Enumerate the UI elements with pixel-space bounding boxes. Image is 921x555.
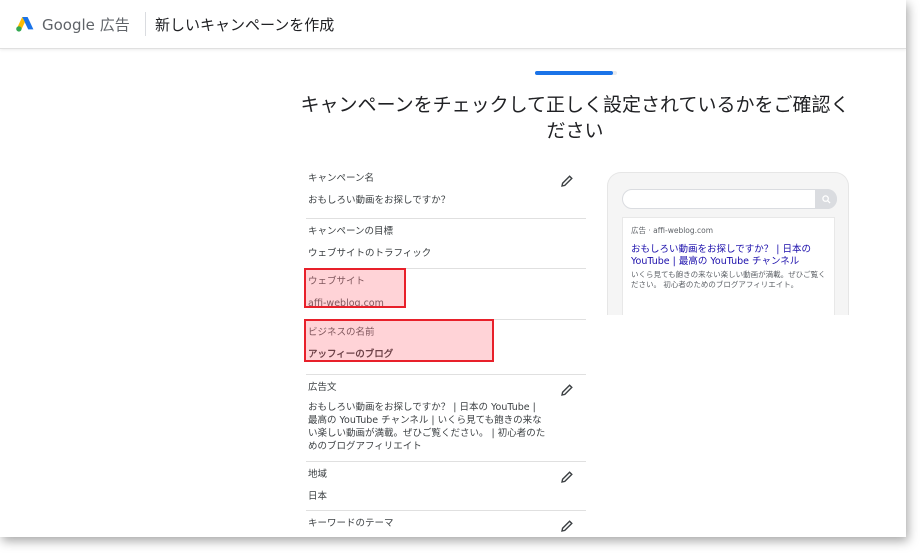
- top-bar: Google 広告 新しいキャンペーンを作成: [0, 0, 906, 49]
- ad-preview: 広告 · affi-weblog.com おもしろい動画をお探しですか？ | 日…: [607, 172, 849, 315]
- app-window: Google 広告 新しいキャンペーンを作成 キャンペーンをチェックして正しく設…: [0, 0, 906, 537]
- highlight-business-name: [304, 319, 494, 362]
- search-icon: [815, 189, 837, 209]
- row-label: 地域: [308, 469, 328, 480]
- google-ads-logo: [16, 17, 34, 32]
- pencil-icon[interactable]: [560, 519, 574, 533]
- summary-row-campaign-name: キャンペーン名 おもしろい動画をお探しですか？: [306, 166, 586, 219]
- row-value: ウェブサイトのトラフィック: [308, 248, 432, 259]
- row-label: キャンペーンの目標: [308, 226, 394, 237]
- page-title: 新しいキャンペーンを作成: [155, 16, 335, 34]
- preview-search-bar: [622, 189, 837, 209]
- summary-row-location: 地域 日本: [306, 462, 586, 511]
- row-value: おもしろい動画をお探しですか？ | 日本の YouTube | 最高の YouT…: [308, 402, 546, 452]
- progress-bar: [535, 71, 617, 75]
- review-heading: キャンペーンをチェックして正しく設定されているかをご確認ください: [300, 94, 850, 142]
- pencil-icon[interactable]: [560, 383, 574, 397]
- header-divider: [145, 12, 146, 36]
- ad-label: 広告 · affi-weblog.com: [631, 226, 714, 235]
- row-label: キーワードのテーマ: [308, 518, 394, 529]
- summary-row-goal: キャンペーンの目標 ウェブサイトのトラフィック: [306, 219, 586, 269]
- preview-ad-card: 広告 · affi-weblog.com おもしろい動画をお探しですか？ | 日…: [622, 217, 835, 315]
- ad-title: おもしろい動画をお探しですか？ | 日本の YouTube | 最高の YouT…: [631, 244, 811, 267]
- highlight-website: [304, 268, 406, 308]
- row-value: 日本: [308, 491, 328, 502]
- pencil-icon[interactable]: [560, 174, 574, 188]
- row-label: 広告文: [308, 382, 337, 393]
- row-label: キャンペーン名: [308, 173, 375, 184]
- summary-row-keyword-theme: キーワードのテーマ: [306, 511, 586, 537]
- progress-fill: [535, 71, 613, 75]
- row-value: おもしろい動画をお探しですか？: [308, 195, 451, 206]
- ad-description: いくら見ても飽きの来ない楽しい動画が満載。ぜひご覧ください。 初心者のためのブロ…: [631, 270, 826, 289]
- brand-name: Google 広告: [42, 16, 130, 34]
- pencil-icon[interactable]: [560, 470, 574, 484]
- summary-row-ad-text: 広告文 おもしろい動画をお探しですか？ | 日本の YouTube | 最高の …: [306, 375, 586, 462]
